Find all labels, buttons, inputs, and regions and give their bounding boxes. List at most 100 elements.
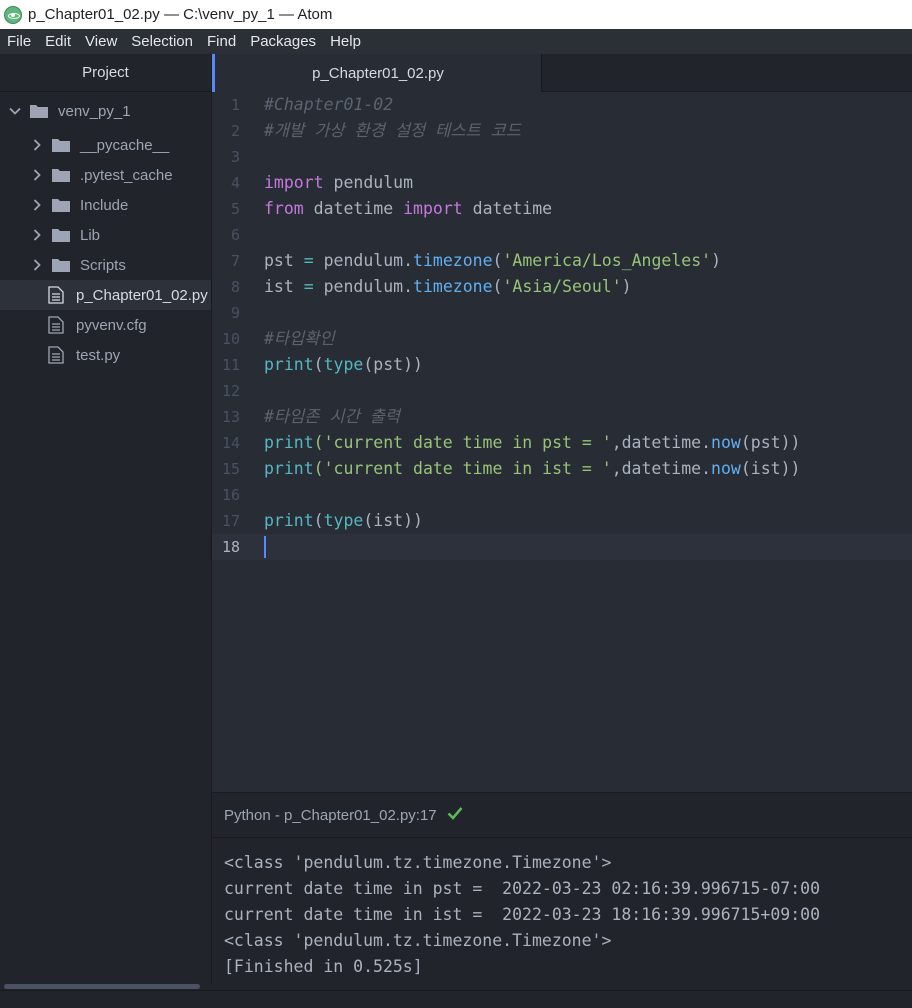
- chevron-right-icon: [30, 198, 44, 212]
- chevron-right-icon: [30, 138, 44, 152]
- title-bar: p_Chapter01_02.py — C:\venv_py_1 — Atom: [0, 0, 912, 29]
- chevron-right-icon: [30, 168, 44, 182]
- output-header-label: Python - p_Chapter01_02.py:17: [224, 806, 437, 824]
- code-token: (: [492, 277, 503, 296]
- menu-selection[interactable]: Selection: [124, 29, 200, 54]
- code-token: now: [711, 459, 741, 478]
- code-text: #타입확인: [264, 326, 335, 352]
- line-number: 10: [221, 330, 240, 348]
- menu-edit[interactable]: Edit: [38, 29, 78, 54]
- code-text: print('current date time in pst = ',date…: [264, 430, 800, 456]
- tree-folder-lib[interactable]: Lib: [0, 220, 211, 250]
- folder-icon: [52, 138, 70, 152]
- code-token: ): [621, 277, 632, 296]
- tree-file-label: p_Chapter01_02.py: [76, 286, 208, 304]
- menu-help[interactable]: Help: [323, 29, 368, 54]
- folder-icon: [52, 258, 70, 272]
- code-line[interactable]: 12: [212, 378, 912, 404]
- menu-bar: File Edit View Selection Find Packages H…: [0, 29, 912, 54]
- line-number: 5: [230, 200, 240, 218]
- tab-bar: p_Chapter01_02.py: [212, 54, 912, 92]
- code-line[interactable]: 7 pst = pendulum.timezone('America/Los_An…: [212, 248, 912, 274]
- tab-p-chapter01-02[interactable]: p_Chapter01_02.py: [212, 54, 542, 92]
- code-token: pendulum.: [313, 251, 414, 270]
- output-line: <class 'pendulum.tz.timezone.Timezone'>: [224, 931, 612, 950]
- line-number: 12: [221, 382, 240, 400]
- code-line[interactable]: 6: [212, 222, 912, 248]
- file-text-icon: [48, 316, 64, 334]
- code-token: (: [313, 355, 324, 374]
- line-number: 3: [230, 148, 240, 166]
- code-line[interactable]: 16: [212, 482, 912, 508]
- code-line[interactable]: 13 #타임존 시간 출력: [212, 404, 912, 430]
- code-editor[interactable]: 1 #Chapter01-02 2 #개발 가상 환경 설정 테스트 코드 3 4 impo…: [212, 92, 912, 792]
- code-token: import: [403, 199, 463, 218]
- code-line[interactable]: 15 print('current date time in ist = ',da…: [212, 456, 912, 482]
- folder-icon: [52, 168, 70, 182]
- tree-folder-pytest-cache[interactable]: .pytest_cache: [0, 160, 211, 190]
- line-number: 13: [221, 408, 240, 426]
- checkmark-icon: [447, 806, 463, 824]
- tree-folder-pycache[interactable]: __pycache__: [0, 130, 211, 160]
- code-text: print('current date time in ist = ',date…: [264, 456, 800, 482]
- menu-view[interactable]: View: [78, 29, 124, 54]
- text-cursor: [264, 536, 266, 558]
- tree-file-test-py[interactable]: test.py: [0, 340, 211, 370]
- project-panel-header[interactable]: Project: [0, 54, 211, 92]
- menu-packages[interactable]: Packages: [243, 29, 323, 54]
- chevron-right-icon: [30, 258, 44, 272]
- menu-find[interactable]: Find: [200, 29, 243, 54]
- tree-file-p-chapter01-02[interactable]: p_Chapter01_02.py: [0, 280, 211, 310]
- tree-file-pyvenv-cfg[interactable]: pyvenv.cfg: [0, 310, 211, 340]
- code-token: print: [264, 433, 314, 452]
- code-token: print: [264, 459, 314, 478]
- code-text: from datetime import datetime: [264, 196, 552, 222]
- line-number: 1: [230, 96, 240, 114]
- code-token: (: [492, 251, 503, 270]
- atom-logo-icon: [4, 5, 22, 24]
- tree-folder-include[interactable]: Include: [0, 190, 211, 220]
- line-number: 6: [230, 226, 240, 244]
- tree-folder-scripts[interactable]: Scripts: [0, 250, 211, 280]
- tree-root-folder[interactable]: venv_py_1: [0, 96, 211, 126]
- code-token: (pst)): [740, 433, 801, 452]
- line-number: 9: [230, 304, 240, 322]
- sidebar-horizontal-scrollbar[interactable]: [4, 984, 200, 989]
- code-token: (: [313, 511, 324, 530]
- chevron-right-icon: [30, 228, 44, 242]
- code-line[interactable]: 5 from datetime import datetime: [212, 196, 912, 222]
- file-text-icon: [48, 286, 64, 304]
- code-token: #타임존 시간 출력: [264, 407, 401, 426]
- line-number: 4: [230, 174, 240, 192]
- code-text: #개발 가상 환경 설정 테스트 코드: [264, 118, 521, 144]
- code-text: #Chapter01-02: [264, 92, 393, 118]
- menu-file[interactable]: File: [0, 29, 38, 54]
- code-line[interactable]: 18: [212, 534, 912, 560]
- code-text: import pendulum: [264, 170, 413, 196]
- code-token: (ist)): [740, 459, 801, 478]
- code-line[interactable]: 10 #타입확인: [212, 326, 912, 352]
- code-line[interactable]: 8 ist = pendulum.timezone('Asia/Seoul'): [212, 274, 912, 300]
- code-token: 'America/Los_Angeles': [502, 251, 712, 270]
- code-line[interactable]: 9: [212, 300, 912, 326]
- code-line[interactable]: 17 print(type(ist)): [212, 508, 912, 534]
- code-token: import: [264, 173, 324, 192]
- code-line[interactable]: 4 import pendulum: [212, 170, 912, 196]
- code-token: ('current date time in pst = ': [313, 433, 612, 452]
- tree-folder-label: Lib: [80, 226, 101, 244]
- output-panel-header: Python - p_Chapter01_02.py:17: [212, 792, 912, 838]
- code-token: timezone: [413, 251, 493, 270]
- code-line[interactable]: 14 print('current date time in pst = ',da…: [212, 430, 912, 456]
- code-token: ('current date time in ist = ': [313, 459, 612, 478]
- tree-folder-label: Scripts: [80, 256, 126, 274]
- code-line[interactable]: 3: [212, 144, 912, 170]
- code-token: now: [711, 433, 741, 452]
- code-text: pst = pendulum.timezone('America/Los_Ang…: [264, 248, 721, 274]
- code-token: datetime: [462, 199, 553, 218]
- code-token: #타입확인: [264, 329, 335, 348]
- code-line[interactable]: 2 #개발 가상 환경 설정 테스트 코드: [212, 118, 912, 144]
- code-line[interactable]: 11 print(type(pst)): [212, 352, 912, 378]
- status-bar: [0, 990, 912, 1008]
- window-title: p_Chapter01_02.py — C:\venv_py_1 — Atom: [28, 6, 333, 23]
- code-line[interactable]: 1 #Chapter01-02: [212, 92, 912, 118]
